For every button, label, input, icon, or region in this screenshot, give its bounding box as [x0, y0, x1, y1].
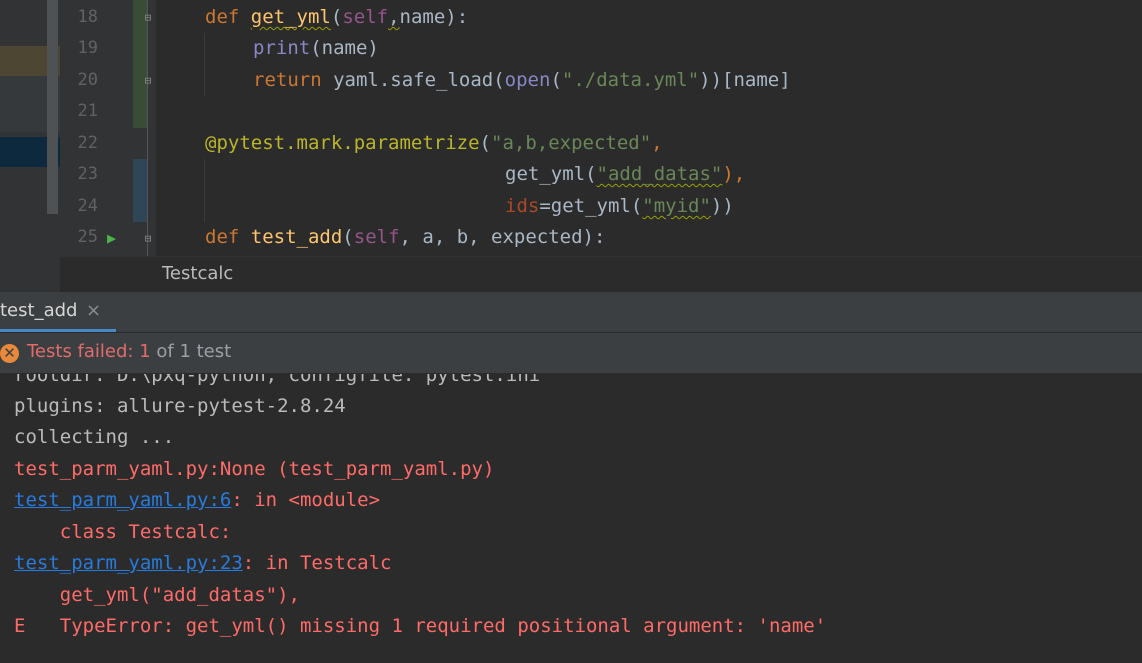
- decorator: @pytest.mark.parametrize: [205, 132, 480, 154]
- breadcrumb[interactable]: Testcalc: [60, 256, 1142, 292]
- code-editor[interactable]: 18 19 20 21 22 23 24 25 ⊟ ⊟ ⊟ ▶ def get_…: [0, 0, 1142, 292]
- code-token: ,: [651, 132, 663, 154]
- tests-failed-count: Tests failed: 1: [27, 341, 151, 362]
- line-number: 23: [77, 164, 98, 184]
- code-token: (name): [310, 37, 379, 59]
- code-token: ),: [722, 163, 746, 185]
- code-token: ):: [445, 6, 469, 28]
- fold-end-icon[interactable]: ⊟: [142, 75, 154, 87]
- line-number: 19: [77, 38, 98, 58]
- console-error-line: class Testcalc:: [14, 521, 232, 543]
- keyword: return: [253, 69, 322, 91]
- breadcrumb-item[interactable]: Testcalc: [162, 263, 233, 284]
- line-number: 18: [77, 7, 98, 27]
- string-literal: "a,b,expected": [491, 132, 652, 154]
- line-number: 20: [77, 70, 98, 90]
- gutter-divider: [147, 0, 148, 258]
- string-literal: "add_datas": [596, 163, 723, 185]
- code-line-20[interactable]: return yaml.safe_load(open("./data.yml")…: [253, 65, 791, 96]
- code-token: =get_yml(: [539, 195, 643, 217]
- console-line: rootdir: D:\pxq-python, configfile: pyte…: [14, 374, 541, 386]
- traceback-context: : in Testcalc: [242, 552, 392, 574]
- code-token: (: [479, 132, 491, 154]
- close-icon[interactable]: ×: [86, 300, 101, 321]
- code-token: get_yml(: [505, 163, 597, 185]
- run-tab-label: test_add: [0, 300, 78, 321]
- run-tab-test-add[interactable]: test_add ×: [0, 292, 116, 332]
- keyword-argument: ids: [505, 195, 540, 217]
- code-line-18[interactable]: def get_yml(self,name):: [205, 2, 468, 33]
- console-line: collecting ...: [14, 426, 175, 448]
- console-line: plugins: allure-pytest-2.8.24: [14, 395, 346, 417]
- self-token: self: [342, 6, 389, 28]
- code-token: ,: [388, 6, 400, 28]
- console-exception-line: E TypeError: get_yml() missing 1 require…: [14, 615, 827, 637]
- code-line-25[interactable]: def test_add(self, a, b, expected):: [205, 222, 605, 253]
- file-link[interactable]: test_parm_yaml.py:23: [14, 552, 243, 574]
- console-traceback-line: test_parm_yaml.py:23: in Testcalc: [14, 548, 392, 579]
- run-tab-bar: test_add ×: [0, 292, 1142, 333]
- code-token: name: [399, 6, 446, 28]
- vcs-modified-marker[interactable]: [133, 159, 147, 222]
- function-name: get_yml: [250, 6, 331, 28]
- line-number: 21: [77, 101, 98, 121]
- code-token: )): [710, 195, 734, 217]
- code-token: ))[name]: [699, 69, 791, 91]
- console-traceback-line: test_parm_yaml.py:6: in <module>: [14, 485, 380, 516]
- indent-guide: [204, 33, 205, 96]
- file-link[interactable]: test_parm_yaml.py:6: [14, 489, 231, 511]
- tests-total: of 1 test: [150, 341, 232, 362]
- code-line-22[interactable]: @pytest.mark.parametrize("a,b,expected",: [205, 128, 663, 159]
- fold-icon[interactable]: ⊟: [142, 233, 154, 245]
- console-output[interactable]: rootdir: D:\pxq-python, configfile: pyte…: [0, 374, 1142, 663]
- indent-guide: [204, 159, 205, 222]
- builtin: print: [253, 37, 311, 59]
- string-literal: "myid": [642, 195, 711, 217]
- code-token: (: [342, 226, 354, 248]
- line-number: 25: [77, 227, 98, 247]
- scrollbar-thumb[interactable]: [47, 0, 58, 214]
- fold-icon[interactable]: ⊟: [142, 12, 154, 24]
- function-name: test_add: [250, 226, 343, 248]
- code-token: yaml.safe_load(: [321, 69, 505, 91]
- self-token: self: [353, 226, 400, 248]
- project-tree-strip[interactable]: [0, 0, 60, 292]
- console-error-line: get_yml("add_datas"),: [14, 584, 300, 606]
- line-number: 24: [77, 196, 98, 216]
- string-literal: "./data.yml": [561, 69, 700, 91]
- code-line-24[interactable]: ids=get_yml("myid")): [505, 191, 734, 222]
- keyword: def: [205, 6, 240, 28]
- run-test-icon[interactable]: ▶: [107, 230, 116, 246]
- code-line-23[interactable]: get_yml("add_datas"),: [505, 159, 745, 190]
- traceback-context: : in <module>: [231, 489, 381, 511]
- console-error-line: test_parm_yaml.py:None (test_parm_yaml.p…: [14, 458, 495, 480]
- code-token: , a, b, expected):: [399, 226, 606, 248]
- code-line-19[interactable]: print(name): [253, 33, 379, 64]
- failed-icon: ✕: [0, 344, 19, 363]
- builtin: open: [504, 69, 551, 91]
- keyword: def: [205, 226, 240, 248]
- line-number: 22: [77, 133, 98, 153]
- test-status-text: Tests failed: 1 of 1 test: [27, 341, 231, 363]
- code-token: (: [550, 69, 562, 91]
- code-token: (: [330, 6, 343, 28]
